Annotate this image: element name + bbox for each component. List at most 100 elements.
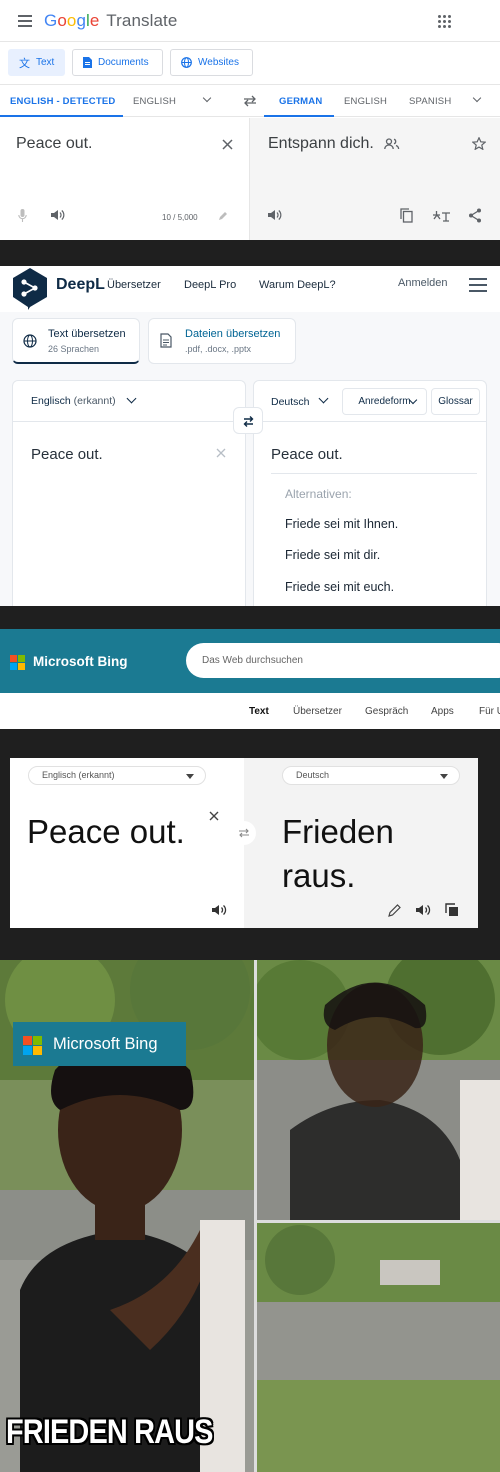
- swap-languages-button[interactable]: [233, 407, 263, 434]
- glossary-button[interactable]: Glossar: [431, 388, 480, 415]
- mode-label: Text: [36, 57, 55, 68]
- pencil-icon[interactable]: [218, 211, 228, 221]
- bing-badge-label: Microsoft Bing: [53, 1035, 158, 1053]
- nav-tab-conversation[interactable]: Gespräch: [365, 706, 408, 717]
- formality-label: Anredeform: [358, 396, 411, 407]
- copy-icon[interactable]: [400, 208, 413, 223]
- source-text-input[interactable]: Peace out.: [27, 810, 185, 854]
- swap-languages-button[interactable]: [232, 821, 256, 845]
- nav-tab-text[interactable]: Text: [249, 706, 269, 717]
- close-icon[interactable]: [216, 448, 226, 458]
- alternatives-label: Alternativen:: [285, 487, 352, 501]
- search-input[interactable]: Das Web durchsuchen: [186, 643, 500, 678]
- close-icon[interactable]: [222, 139, 233, 150]
- pencil-icon[interactable]: [388, 904, 401, 917]
- bing-badge: Microsoft Bing: [13, 1022, 186, 1066]
- source-language-selector[interactable]: Englisch (erkannt): [31, 395, 116, 407]
- menu-icon[interactable]: [18, 20, 32, 22]
- share-icon[interactable]: [468, 208, 482, 223]
- source-text-input[interactable]: Peace out.: [16, 135, 93, 153]
- target-lang-english-tab[interactable]: ENGLISH: [344, 96, 387, 107]
- deepl-panel: DeepL Übersetzer DeepL Pro Warum DeepL? …: [0, 266, 500, 606]
- divider: [271, 473, 477, 474]
- chevron-down-icon[interactable]: [126, 393, 137, 404]
- language-bar: ENGLISH - DETECTED ENGLISH GERMAN ENGLIS…: [0, 84, 500, 117]
- translate-icon: 文: [19, 57, 30, 70]
- mode-websites-button[interactable]: Websites: [170, 49, 253, 76]
- close-icon[interactable]: [209, 811, 219, 821]
- nav-tab-apps[interactable]: Apps: [431, 706, 454, 717]
- swap-languages-icon[interactable]: [243, 95, 257, 107]
- deepl-brand[interactable]: DeepL: [56, 276, 105, 294]
- nav-tab-translator[interactable]: Übersetzer: [293, 706, 342, 717]
- translation-line: Frieden: [282, 813, 394, 850]
- alternative-item[interactable]: Friede sei mit dir.: [285, 548, 380, 562]
- bing-brand[interactable]: Microsoft Bing: [33, 654, 128, 669]
- mode-documents-button[interactable]: Documents: [72, 49, 163, 76]
- tab-underline: [0, 115, 123, 117]
- divider: [254, 421, 486, 422]
- deepl-source-card: Englisch (erkannt) Peace out.: [12, 380, 246, 606]
- alternative-item[interactable]: Friede sei mit euch.: [285, 580, 394, 594]
- target-language-selector[interactable]: Deutsch: [271, 396, 310, 408]
- microsoft-logo-icon: [10, 655, 25, 670]
- deepl-logo-icon[interactable]: [11, 267, 49, 311]
- deepl-brand-sub: Übersetzer: [107, 279, 161, 291]
- deepl-header: DeepL Übersetzer DeepL Pro Warum DeepL? …: [0, 266, 500, 312]
- meme-caption: FRIEDEN RAUS: [6, 1413, 213, 1451]
- logo-letter: e: [89, 11, 100, 30]
- logo-letter: g: [76, 11, 87, 30]
- speaker-icon[interactable]: [51, 209, 65, 221]
- chevron-down-icon[interactable]: [318, 393, 329, 404]
- nav-why-deepl[interactable]: Warum DeepL?: [259, 279, 336, 291]
- google-translate-panel: Google Translate 文 Text Documents Websit…: [0, 0, 500, 240]
- bing-top-bar: Microsoft Bing Das Web durchsuchen: [0, 629, 500, 693]
- speaker-icon[interactable]: [268, 209, 282, 221]
- login-link[interactable]: Anmelden: [398, 277, 448, 289]
- swap-icon: [239, 828, 249, 838]
- google-header: Google Translate: [0, 0, 500, 42]
- glossary-label: Glossar: [438, 396, 473, 407]
- speaker-icon[interactable]: [212, 904, 228, 916]
- source-lang-detected-tab[interactable]: ENGLISH - DETECTED: [10, 96, 115, 107]
- source-lang-english-tab[interactable]: ENGLISH: [133, 96, 176, 107]
- source-language-select[interactable]: Englisch (erkannt): [28, 766, 206, 785]
- star-icon[interactable]: [472, 137, 486, 150]
- tab-translate-files[interactable]: Dateien übersetzen .pdf, .docx, .pptx: [148, 318, 296, 364]
- speaker-icon[interactable]: [416, 904, 432, 916]
- target-lang-spanish-tab[interactable]: SPANISH: [409, 96, 451, 107]
- nav-deepl-pro[interactable]: DeepL Pro: [184, 279, 236, 291]
- target-language-select[interactable]: Deutsch: [282, 766, 460, 785]
- source-text-input[interactable]: Peace out.: [31, 446, 103, 463]
- meme-image: Microsoft Bing FRIEDEN RAUS: [0, 960, 500, 1472]
- globe-icon: [181, 57, 192, 68]
- tab-title: Text übersetzen: [48, 328, 126, 340]
- menu-icon[interactable]: [469, 278, 487, 280]
- translation-line: raus.: [282, 857, 356, 894]
- tab-subtitle: .pdf, .docx, .pptx: [185, 344, 252, 354]
- chevron-down-icon[interactable]: [472, 93, 482, 103]
- community-icon[interactable]: [384, 138, 400, 150]
- source-language: Englisch (erkannt): [42, 770, 115, 780]
- caret-down-icon: [186, 774, 194, 779]
- microphone-icon[interactable]: [18, 209, 27, 222]
- logo-letter: o: [57, 11, 67, 30]
- document-icon: [83, 57, 92, 68]
- feedback-icon[interactable]: [432, 210, 451, 222]
- target-lang-german-tab[interactable]: GERMAN: [279, 96, 322, 107]
- tab-subtitle: 26 Sprachen: [48, 344, 100, 354]
- copy-icon[interactable]: [445, 903, 459, 917]
- translation-output: Entspann dich.: [268, 135, 374, 152]
- mode-label: Documents: [98, 57, 149, 68]
- nav-tab-for-you[interactable]: Für U: [479, 706, 500, 717]
- alternative-item[interactable]: Friede sei mit Ihnen.: [285, 517, 398, 531]
- microsoft-logo-icon: [23, 1036, 42, 1055]
- file-icon: [160, 333, 172, 348]
- apps-grid-icon[interactable]: [438, 15, 451, 28]
- tab-translate-text[interactable]: Text übersetzen 26 Sprachen: [12, 318, 140, 364]
- target-panel: Entspann dich.: [250, 118, 500, 240]
- formality-button[interactable]: Anredeform: [342, 388, 427, 415]
- mode-text-button[interactable]: 文 Text: [8, 49, 65, 76]
- chevron-down-icon[interactable]: [202, 93, 212, 103]
- google-translate-logo[interactable]: Google Translate: [44, 11, 177, 31]
